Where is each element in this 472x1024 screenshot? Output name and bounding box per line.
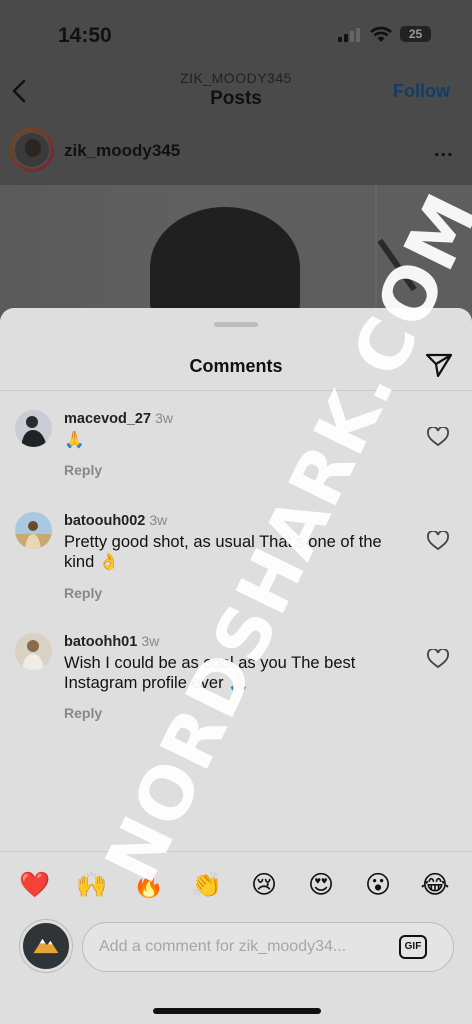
comments-sheet: Comments macevod_27 3w 🙏 Reply batoouh002…	[0, 308, 472, 1024]
reaction-clap-emoji[interactable]: 👏	[190, 868, 224, 902]
commenter-avatar[interactable]	[15, 512, 52, 549]
reaction-surprised-emoji[interactable]: 😮	[361, 868, 395, 902]
commenter-avatar[interactable]	[15, 633, 52, 670]
current-user-avatar	[20, 920, 72, 972]
post-author-avatar[interactable]	[10, 128, 54, 172]
battery-icon: 25	[400, 26, 431, 42]
post-image	[0, 185, 472, 320]
heart-icon[interactable]	[427, 531, 449, 551]
follow-button[interactable]: Follow	[393, 81, 450, 102]
comment-composer: GIF	[82, 922, 454, 972]
heart-icon[interactable]	[427, 427, 449, 447]
gif-button[interactable]: GIF	[399, 935, 427, 959]
comment-username[interactable]: macevod_27 3w	[64, 410, 173, 427]
status-bar: 14:50 25	[0, 0, 472, 60]
comment-input[interactable]	[99, 923, 389, 971]
quick-reactions-bar: ❤️ 🙌 🔥 👏 😢 😍 😮 😂	[0, 868, 472, 902]
comment-username[interactable]: batoouh002 3w	[64, 512, 167, 529]
sheet-drag-handle[interactable]	[214, 322, 258, 327]
home-indicator	[153, 1008, 321, 1014]
reaction-fire-emoji[interactable]: 🔥	[132, 868, 166, 902]
reply-button[interactable]: Reply	[64, 462, 102, 478]
comment-time: 3w	[155, 410, 173, 426]
comment-username[interactable]: batoohh01 3w	[64, 633, 159, 650]
reactions-divider	[0, 851, 472, 852]
heart-icon[interactable]	[427, 649, 449, 669]
header-divider	[0, 390, 472, 391]
reaction-heart-emoji[interactable]: ❤️	[18, 868, 52, 902]
cellular-signal-icon	[338, 28, 364, 42]
comment-text: Wish I could be as cool as you The best …	[64, 654, 356, 692]
commenter-avatar[interactable]	[15, 410, 52, 447]
comment-text: 🙏	[64, 430, 85, 449]
status-time: 14:50	[58, 24, 112, 47]
wifi-icon	[370, 26, 392, 42]
reaction-laugh-emoji[interactable]: 😂	[418, 868, 452, 902]
comment-text: Pretty good shot, as usual That’s one of…	[64, 533, 382, 571]
reply-button[interactable]: Reply	[64, 585, 102, 601]
reaction-raised-hands-emoji[interactable]: 🙌	[75, 868, 109, 902]
reply-button[interactable]: Reply	[64, 705, 102, 721]
send-icon[interactable]	[425, 352, 453, 378]
reaction-heart-eyes-emoji[interactable]: 😍	[304, 868, 338, 902]
comment-time: 3w	[141, 633, 160, 649]
more-options-icon[interactable]: ...	[434, 139, 454, 162]
comment-time: 3w	[149, 512, 168, 528]
post-author-username[interactable]: zik_moody345	[64, 141, 180, 161]
reaction-cry-emoji[interactable]: 😢	[247, 868, 281, 902]
comments-title: Comments	[189, 356, 283, 376]
